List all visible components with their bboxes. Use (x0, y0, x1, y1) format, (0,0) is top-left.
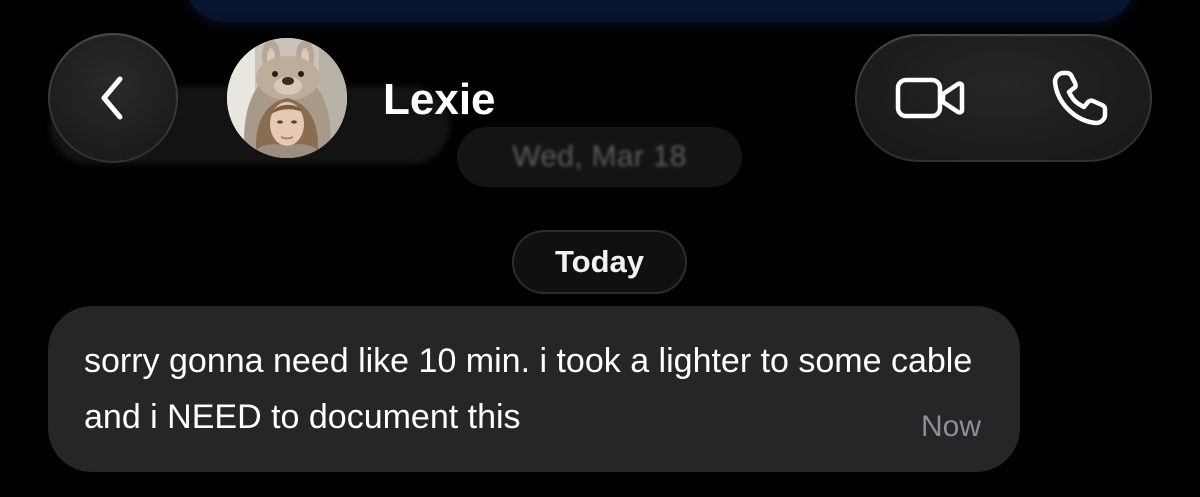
back-button[interactable] (48, 33, 178, 163)
call-actions (855, 34, 1152, 162)
phone-icon (1052, 70, 1108, 126)
date-divider: Today (512, 230, 687, 294)
message-text: sorry gonna need like 10 min. i took a l… (84, 342, 973, 436)
avatar-photo (227, 38, 347, 158)
chevron-left-icon (101, 76, 123, 120)
blurred-date-divider: Wed, Mar 18 (457, 127, 742, 187)
contact-name[interactable]: Lexie (383, 70, 496, 130)
incoming-message-bubble[interactable]: sorry gonna need like 10 min. i took a l… (48, 306, 1020, 472)
video-camera-icon (895, 77, 965, 119)
voice-call-button[interactable] (1025, 58, 1135, 138)
message-timestamp: Now (920, 410, 981, 443)
contact-avatar[interactable] (227, 38, 347, 158)
blurred-date-label: Wed, Mar 18 (512, 140, 687, 173)
chat-screen: Wed, Mar 18 Lexie Today sorry gonna need… (0, 0, 1200, 497)
video-call-button[interactable] (875, 58, 985, 138)
top-scroll-edge (185, 0, 1135, 22)
